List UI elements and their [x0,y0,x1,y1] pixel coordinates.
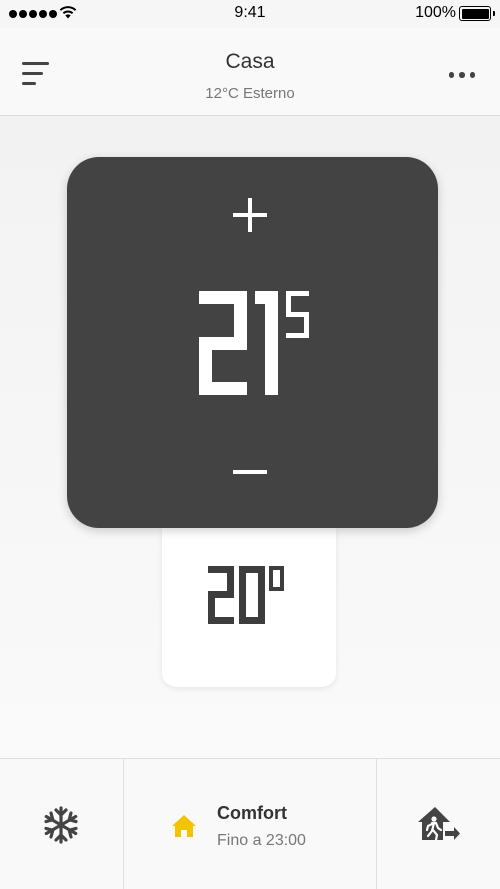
page-title: Casa [225,50,275,73]
snowflake-icon [44,806,78,844]
bottom-mode-bar: Comfort Fino a 23:00 [0,758,500,889]
mode-name: Comfort [217,803,287,823]
home-icon [172,815,196,837]
status-bar: 9:41 100% [0,0,500,28]
minus-icon[interactable] [233,462,267,482]
away-house-icon [418,807,460,842]
comfort-mode-button[interactable]: Comfort Fino a 23:00 [124,759,376,889]
current-temperature-display [208,566,290,626]
navigation-bar: Casa 12°C Esterno [0,28,500,116]
more-icon[interactable] [448,72,475,78]
outdoor-temperature: 12°C Esterno [205,85,295,102]
away-mode-button[interactable] [377,759,500,889]
mode-until: Fino a 23:00 [217,832,306,849]
valve-body [162,527,336,687]
battery-percentage: 100% [415,4,456,21]
setpoint-display [199,291,341,395]
thermostat-area [0,117,500,758]
plus-icon[interactable] [233,198,267,232]
frost-mode-button[interactable] [0,759,123,889]
battery-icon [459,6,495,21]
thermostat-screen [67,157,438,528]
